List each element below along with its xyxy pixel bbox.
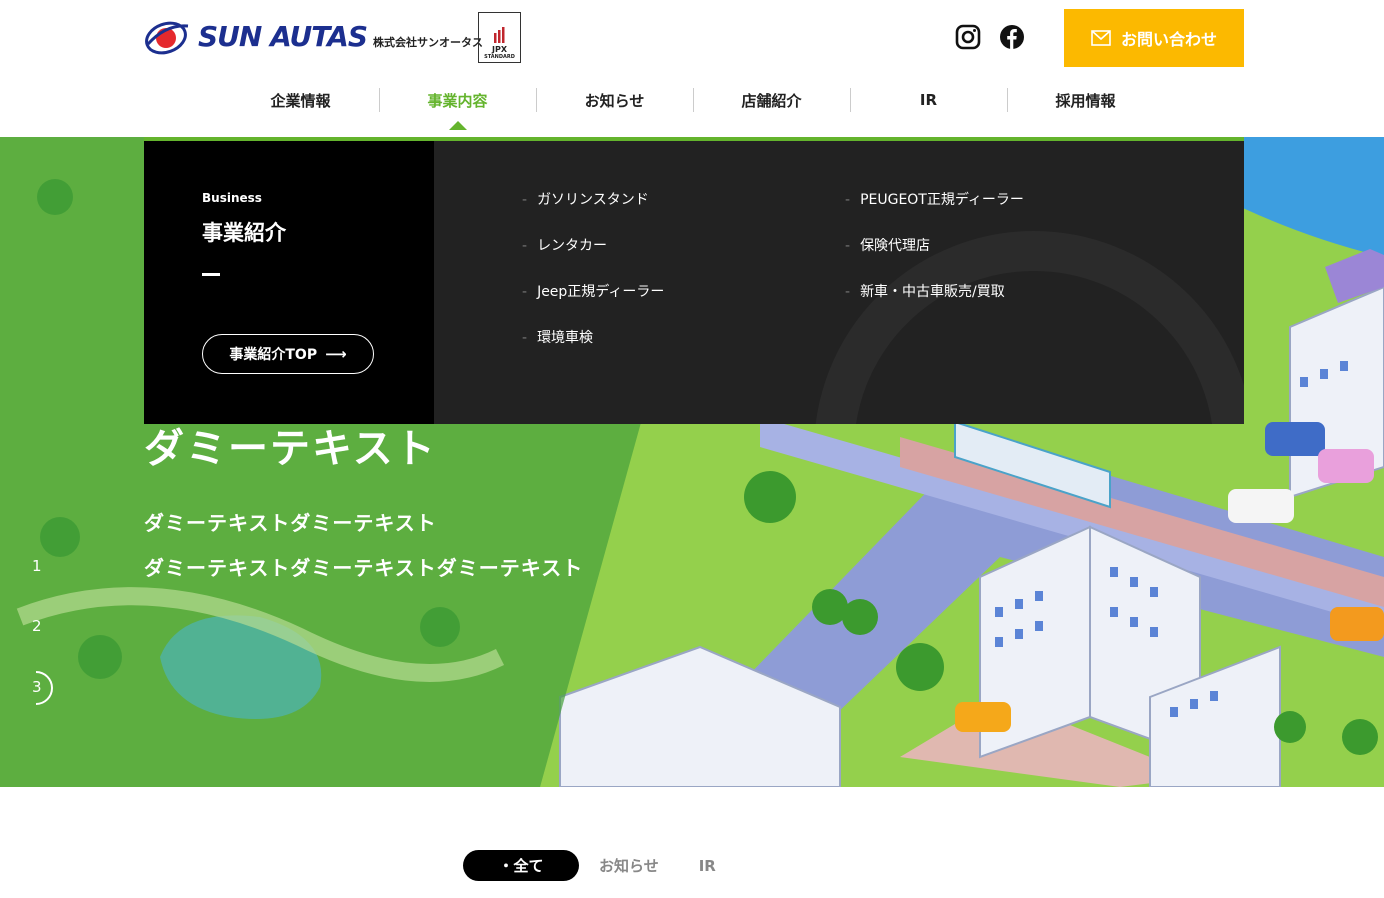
nav-item-business[interactable]: 事業内容	[379, 84, 536, 130]
dropdown-intro: Business 事業紹介 事業紹介TOP ⟶	[144, 141, 434, 424]
jpx-bars-icon	[493, 27, 504, 43]
nav-item-recruit[interactable]: 採用情報	[1007, 84, 1164, 116]
logo-text: SUN AUTAS	[198, 19, 368, 53]
business-dropdown-menu: Business 事業紹介 事業紹介TOP ⟶ - ガソリンスタンド - レンタカー…	[144, 141, 1244, 424]
dropdown-title: 事業紹介	[202, 221, 286, 245]
slider-pager-2[interactable]: 2	[32, 617, 42, 635]
nav-item-news[interactable]: お知らせ	[536, 84, 693, 116]
nav-item-stores[interactable]: 店舗紹介	[693, 84, 850, 116]
tab-ir[interactable]: IR	[699, 850, 716, 881]
instagram-icon[interactable]	[955, 24, 981, 50]
arrow-right-icon: ⟶	[325, 345, 347, 363]
jpx-sub-label: STANDARD	[484, 54, 515, 60]
jpx-standard-badge: JPX STANDARD	[478, 12, 521, 63]
company-name: 株式会社サンオータス	[373, 36, 483, 49]
facebook-icon[interactable]	[999, 24, 1025, 50]
link-peugeot-dealer[interactable]: - PEUGEOT正規ディーラー	[845, 189, 1024, 235]
contact-label: お問い合わせ	[1120, 30, 1217, 49]
slider-pager-1[interactable]: 1	[32, 557, 42, 575]
dropdown-divider	[202, 273, 220, 276]
news-tabs: ・全て お知らせ IR	[463, 850, 716, 881]
contact-button[interactable]: お問い合わせ	[1064, 9, 1244, 67]
dropdown-en-label: Business	[202, 191, 262, 205]
news-panel	[34, 787, 1354, 898]
dropdown-links: - ガソリンスタンド - レンタカー - Jeep正規ディーラー - 環境車検 - PEU…	[434, 141, 1244, 424]
global-nav: 企業情報 事業内容 お知らせ 店舗紹介 IR 採用情報	[222, 84, 1164, 130]
link-eco-inspection[interactable]: - 環境車検	[522, 327, 664, 373]
link-insurance-agency[interactable]: - 保険代理店	[845, 235, 1024, 281]
slider-pager-3[interactable]: 3	[32, 678, 42, 696]
business-top-label: 事業紹介TOP	[229, 347, 318, 363]
link-car-sales[interactable]: - 新車・中古車販売/買取	[845, 281, 1024, 327]
site-logo[interactable]: SUN AUTAS 株式会社サンオータス	[144, 14, 483, 58]
site-header: SUN AUTAS 株式会社サンオータス JPX STANDARD お問い合わせ…	[0, 0, 1384, 137]
hero-title: ダミーテキスト	[144, 426, 437, 472]
link-jeep-dealer[interactable]: - Jeep正規ディーラー	[522, 281, 664, 327]
business-top-button[interactable]: 事業紹介TOP ⟶	[202, 334, 374, 374]
hero-text-line-1: ダミーテキストダミーテキスト	[144, 511, 437, 535]
mail-icon	[1091, 30, 1111, 46]
dropdown-col-2: - PEUGEOT正規ディーラー - 保険代理店 - 新車・中古車販売/買取	[845, 189, 1024, 327]
jpx-label: JPX	[491, 45, 507, 54]
link-gas-station[interactable]: - ガソリンスタンド	[522, 189, 664, 235]
tab-news[interactable]: お知らせ	[599, 850, 659, 881]
nav-item-ir[interactable]: IR	[850, 84, 1007, 116]
nav-item-company[interactable]: 企業情報	[222, 84, 379, 116]
dropdown-col-1: - ガソリンスタンド - レンタカー - Jeep正規ディーラー - 環境車検	[522, 189, 664, 373]
logo-mark-icon	[145, 21, 189, 55]
hero-text-line-2: ダミーテキストダミーテキストダミーテキスト	[144, 556, 584, 580]
tab-all[interactable]: ・全て	[463, 850, 579, 881]
link-rent-a-car[interactable]: - レンタカー	[522, 235, 664, 281]
